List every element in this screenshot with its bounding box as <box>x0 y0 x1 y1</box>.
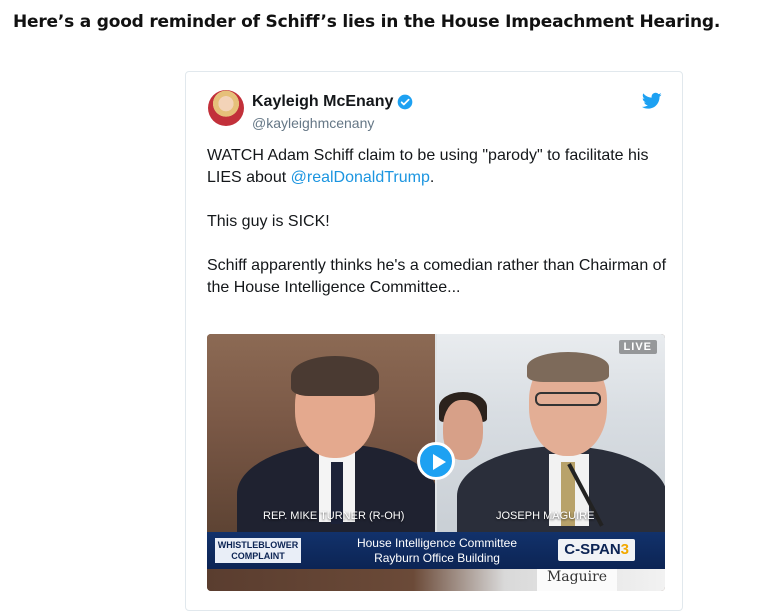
video-player[interactable]: LIVE REP. MIKE TURNER (R-OH) JOSEPH MAGU… <box>207 334 665 591</box>
video-left-pane <box>207 334 435 534</box>
speaker-right-glasses <box>535 392 601 406</box>
post-headline: Here’s a good reminder of Schiff’s lies … <box>13 12 721 32</box>
chyron-tag: WHISTLEBLOWER COMPLAINT <box>215 538 301 563</box>
chyron-bar: WHISTLEBLOWER COMPLAINT House Intelligen… <box>207 532 665 569</box>
cspan-logo: C-SPAN3 <box>558 539 635 561</box>
live-badge: LIVE <box>618 340 657 354</box>
cspan-logo-number: 3 <box>620 541 629 558</box>
video-right-pane <box>437 334 665 534</box>
tweet-text: WATCH Adam Schiff claim to be using "par… <box>207 145 667 321</box>
speaker-right-hair <box>527 352 609 382</box>
tweet-paragraph-1: WATCH Adam Schiff claim to be using "par… <box>207 145 667 189</box>
mention-link[interactable]: @realDonaldTrump <box>291 169 430 186</box>
name-placard: Maguire <box>537 569 617 591</box>
lower-third-right: JOSEPH MAGUIRE <box>496 510 595 522</box>
tweet-paragraph-3: Schiff apparently thinks he's a comedian… <box>207 257 667 296</box>
verified-badge-icon <box>398 94 413 110</box>
chyron-title: House Intelligence Committee <box>356 536 518 550</box>
speaker-left-hair <box>291 356 379 396</box>
tweet-text-1-end: . <box>429 169 435 186</box>
author-name[interactable]: Kayleigh McEnany <box>252 93 393 111</box>
author-handle[interactable]: @kayleighmcenany <box>252 115 374 131</box>
lower-third-left: REP. MIKE TURNER (R-OH) <box>263 510 405 522</box>
cspan-logo-text: C-SPAN <box>564 541 621 558</box>
play-icon[interactable] <box>417 442 455 480</box>
tweet-paragraph-2: This guy is SICK! <box>207 213 330 230</box>
twitter-bird-icon[interactable] <box>642 92 662 110</box>
author-name-row[interactable]: Kayleigh McEnany <box>252 93 413 111</box>
chyron-location: Rayburn Office Building <box>374 551 500 565</box>
author-avatar[interactable] <box>208 90 244 126</box>
embedded-tweet[interactable]: Kayleigh McEnany @kayleighmcenany WATCH … <box>185 71 683 611</box>
